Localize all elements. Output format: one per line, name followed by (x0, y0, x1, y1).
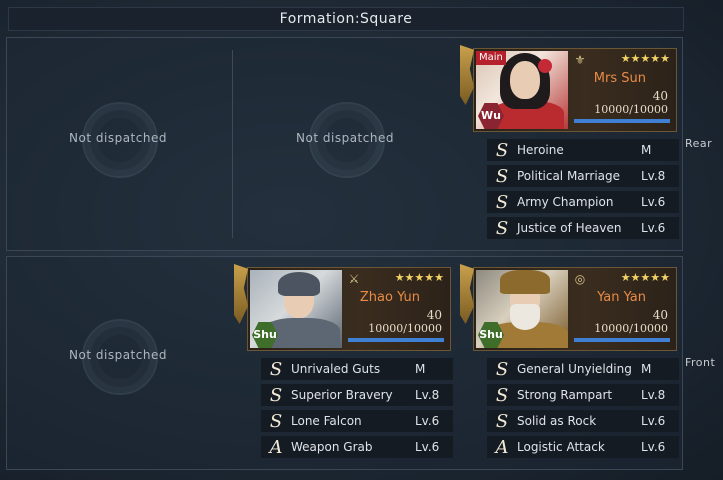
skill-level: Lv.8 (641, 388, 666, 402)
rear-row-label: Rear (685, 137, 713, 150)
skill-level: M (641, 362, 652, 376)
troop-type-icon: ⚔ (348, 272, 360, 286)
skill-level: Lv.6 (415, 414, 440, 428)
banner-flag-icon (460, 264, 474, 324)
general-card[interactable]: Main Wu ⚜ ★★★★★ Mrs Sun 40 10000/10000 (460, 45, 677, 132)
skill-row[interactable]: A Weapon Grab Lv.6 (261, 436, 453, 458)
skill-row[interactable]: S Heroine M (487, 139, 679, 161)
general-card[interactable]: Shu ⚔ ★★★★★ Zhao Yun 40 10000/10000 (234, 264, 451, 351)
skill-level: Lv.6 (641, 221, 666, 235)
main-badge: Main (476, 51, 506, 65)
empty-slot-rear-2[interactable]: Not dispatched (260, 88, 430, 188)
skill-grade: S (269, 358, 283, 380)
skill-name: Strong Rampart (517, 388, 613, 402)
skill-name: Political Marriage (517, 169, 621, 183)
front-row-label: Front (685, 356, 716, 369)
slot-divider (232, 50, 233, 238)
skill-row[interactable]: S Superior Bravery Lv.8 (261, 384, 453, 406)
troop-bar (574, 119, 670, 123)
skill-name: Justice of Heaven (517, 221, 622, 235)
skill-name: Army Champion (517, 195, 614, 209)
troop-type-icon: ◎ (574, 272, 586, 286)
skill-name: Solid as Rock (517, 414, 597, 428)
skill-level: M (641, 143, 652, 157)
front-row: Not dispatched Shu ⚔ ★★★★★ Zhao Yun 40 1… (6, 256, 683, 470)
skill-row[interactable]: S General Unyielding M (487, 358, 679, 380)
skill-name: Unrivaled Guts (291, 362, 381, 376)
skill-level: Lv.6 (641, 414, 666, 428)
star-rating: ★★★★★ (620, 271, 670, 284)
star-rating: ★★★★★ (620, 52, 670, 65)
troop-count: 10000/10000 (594, 322, 668, 335)
general-name: Yan Yan (597, 290, 646, 305)
skill-grade: A (269, 436, 283, 458)
skill-level: Lv.6 (641, 440, 666, 454)
general-name: Zhao Yun (359, 290, 420, 305)
skill-grade: S (495, 358, 509, 380)
general-portrait: Shu (250, 270, 342, 348)
skill-name: Heroine (517, 143, 564, 157)
skill-row[interactable]: S Strong Rampart Lv.8 (487, 384, 679, 406)
skill-row[interactable]: S Justice of Heaven Lv.6 (487, 217, 679, 239)
skill-grade: S (495, 165, 509, 187)
skill-level: Lv.6 (415, 440, 440, 454)
troop-count: 10000/10000 (368, 322, 442, 335)
troop-bar (574, 338, 670, 342)
empty-slot-front-1[interactable]: Not dispatched (33, 305, 203, 405)
skill-row[interactable]: S Army Champion Lv.6 (487, 191, 679, 213)
skill-grade: S (495, 139, 509, 161)
skill-level: Lv.8 (641, 169, 666, 183)
skill-grade: S (269, 384, 283, 406)
skill-name: General Unyielding (517, 362, 632, 376)
skill-row[interactable]: S Political Marriage Lv.8 (487, 165, 679, 187)
skill-name: Logistic Attack (517, 440, 605, 454)
general-portrait: Shu (476, 270, 568, 348)
general-level: 40 (426, 308, 442, 322)
general-level: 40 (652, 308, 668, 322)
general-card[interactable]: Shu ◎ ★★★★★ Yan Yan 40 10000/10000 (460, 264, 677, 351)
skill-grade: S (495, 191, 509, 213)
skill-name: Weapon Grab (291, 440, 373, 454)
general-portrait: Main Wu (476, 51, 568, 129)
skill-grade: S (495, 217, 509, 239)
troop-type-icon: ⚜ (574, 53, 586, 67)
rear-row: Not dispatched Not dispatched Main Wu ⚜ … (6, 37, 683, 251)
skill-grade: S (495, 384, 509, 406)
star-rating: ★★★★★ (394, 271, 444, 284)
empty-slot-text: Not dispatched (69, 348, 167, 362)
skill-list: S General Unyielding M S Strong Rampart Lv.8… (487, 358, 679, 462)
general-level: 40 (652, 89, 668, 103)
skill-list: S Unrivaled Guts M S Superior Bravery Lv.8 S… (261, 358, 453, 462)
skill-row[interactable]: S Solid as Rock Lv.6 (487, 410, 679, 432)
banner-flag-icon (460, 45, 474, 105)
skill-row[interactable]: S Unrivaled Guts M (261, 358, 453, 380)
skill-grade: S (269, 410, 283, 432)
skill-list: S Heroine M S Political Marriage Lv.8 S Army … (487, 139, 679, 243)
skill-level: Lv.8 (415, 388, 440, 402)
empty-slot-text: Not dispatched (296, 131, 394, 145)
skill-level: Lv.6 (641, 195, 666, 209)
skill-row[interactable]: A Logistic Attack Lv.6 (487, 436, 679, 458)
general-name: Mrs Sun (593, 71, 646, 86)
skill-grade: S (495, 410, 509, 432)
skill-name: Lone Falcon (291, 414, 362, 428)
troop-count: 10000/10000 (594, 103, 668, 116)
banner-flag-icon (234, 264, 248, 324)
skill-level: M (415, 362, 426, 376)
skill-row[interactable]: S Lone Falcon Lv.6 (261, 410, 453, 432)
formation-title: Formation:Square (8, 7, 684, 31)
skill-grade: A (495, 436, 509, 458)
skill-name: Superior Bravery (291, 388, 393, 402)
empty-slot-rear-1[interactable]: Not dispatched (33, 88, 203, 188)
troop-bar (348, 338, 444, 342)
empty-slot-text: Not dispatched (69, 131, 167, 145)
